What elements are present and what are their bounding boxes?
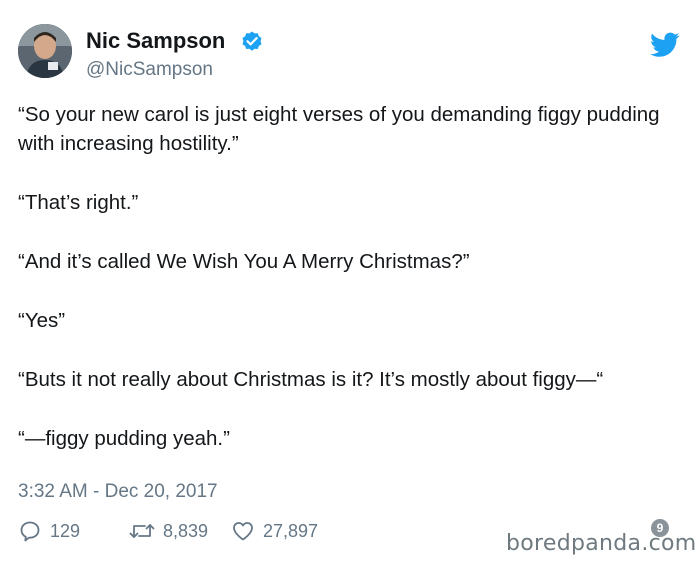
tweet-paragraph: “And it’s called We Wish You A Merry Chr… [18,250,470,273]
like-count: 27,897 [263,521,319,541]
author-handle[interactable]: @NicSampson [86,59,213,81]
reply-button[interactable]: 129 [18,517,80,545]
verified-badge-icon [242,31,262,51]
twitter-bird-icon[interactable] [650,32,680,58]
retweet-count: 8,839 [163,521,209,541]
avatar-photo [18,24,72,78]
tweet-text: “So your new carol is just eight verses … [18,100,683,453]
reply-count: 129 [50,521,81,541]
watermark: boredpanda.com [506,531,697,556]
tweet-paragraph: “That’s right.” [18,191,139,214]
tweet-paragraph: “Buts it not really about Christmas is i… [18,368,604,391]
heart-icon [233,522,253,541]
tweet-paragraph: “So your new carol is just eight verses … [18,103,660,155]
retweet-icon [129,524,155,538]
tweet-card: Nic Sampson @NicSampson “So your new car… [0,0,700,564]
retweet-button[interactable]: 8,839 [129,517,208,545]
reply-icon [20,521,40,542]
like-button[interactable]: 27,897 [231,517,318,545]
tweet-paragraph: “Yes” [18,309,66,332]
author-name[interactable]: Nic Sampson [86,28,225,54]
tweet-paragraph: “—figgy pudding yeah.” [18,427,230,450]
avatar[interactable] [18,24,72,78]
tweet-timestamp[interactable]: 3:32 AM - Dec 20, 2017 [18,480,218,504]
